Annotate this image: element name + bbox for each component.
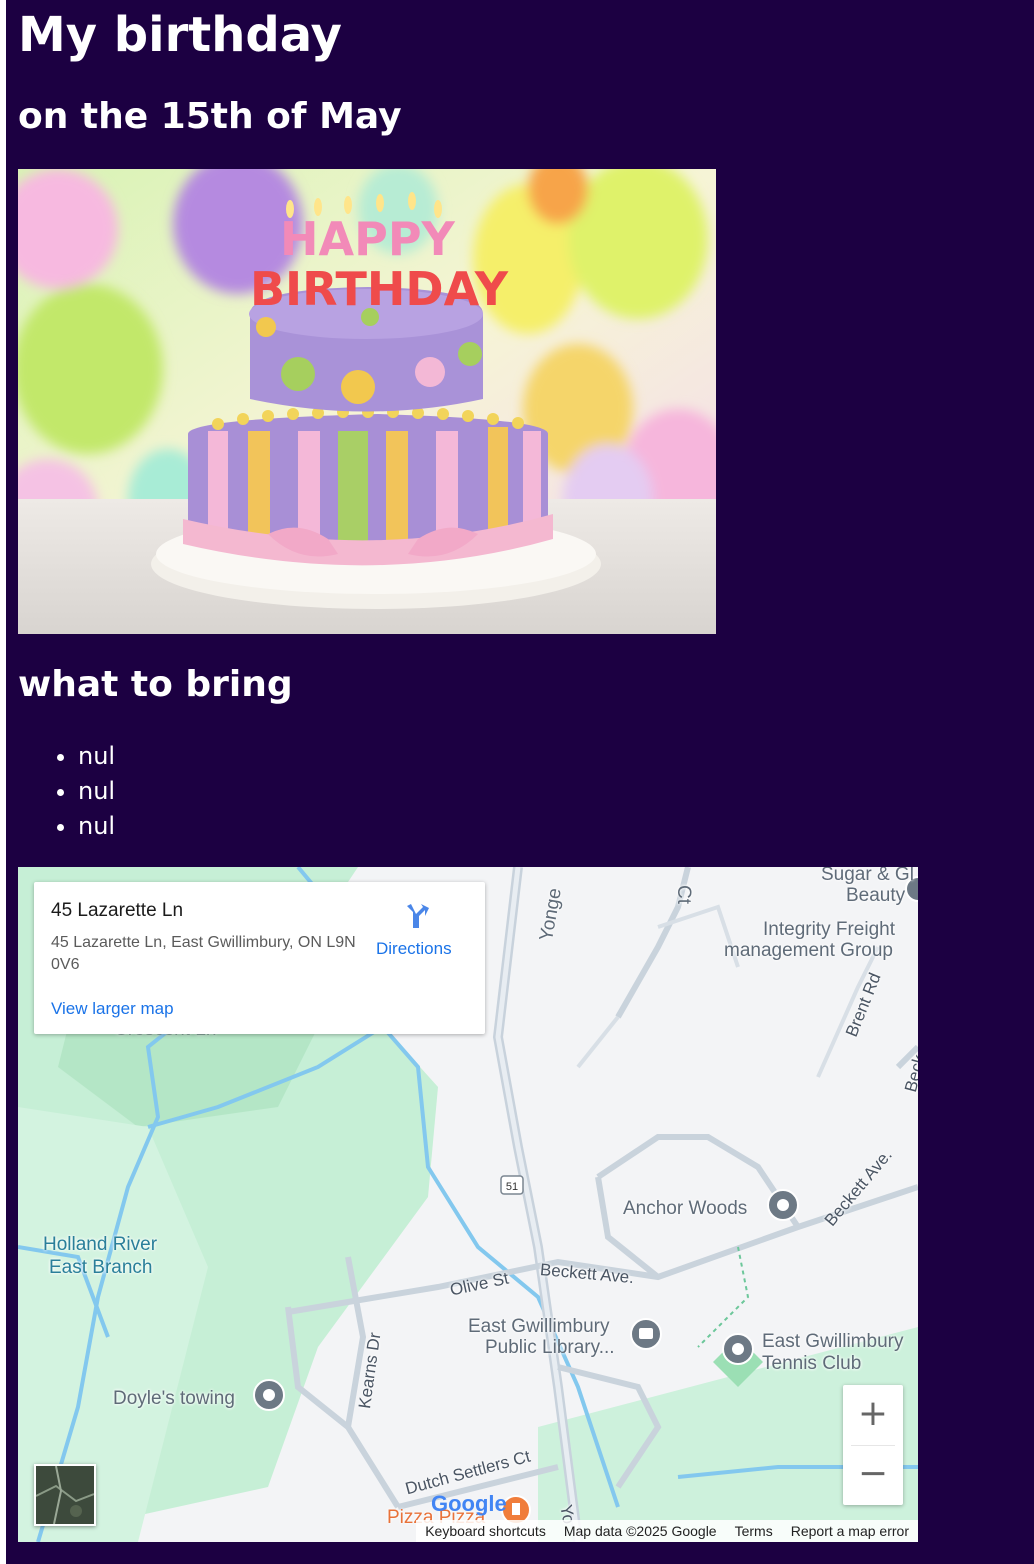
map-label-tennis-line1: East Gwillimbury	[762, 1331, 904, 1352]
map-data-attribution: Map data ©2025 Google	[563, 1523, 717, 1539]
zoom-in-button[interactable]: +	[843, 1385, 903, 1445]
tennis-club-pin-icon[interactable]	[722, 1333, 754, 1365]
library-pin-icon[interactable]	[630, 1318, 662, 1350]
map-label-sugar: Sugar & Gl	[821, 867, 914, 885]
svg-text:51: 51	[506, 1181, 518, 1193]
map-label-doyles-towing: Doyle's towing	[113, 1388, 235, 1409]
keyboard-shortcuts-link[interactable]: Keyboard shortcuts	[416, 1523, 555, 1539]
what-to-bring-heading: what to bring	[18, 664, 293, 705]
place-address: 45 Lazarette Ln, East Gwillimbury, ON L9…	[51, 934, 356, 973]
view-larger-map-link[interactable]: View larger map	[51, 999, 174, 1019]
place-info-card: 45 Lazarette Ln 45 Lazarette Ln, East Gw…	[34, 882, 485, 1034]
doyles-towing-pin-icon[interactable]	[253, 1379, 285, 1411]
list-item: nul	[78, 774, 115, 809]
satellite-thumbnail-icon	[35, 1465, 95, 1525]
map-label-beauty: Beauty	[846, 885, 906, 906]
party-date: on the 15th of May	[18, 96, 402, 137]
page-left-edge	[0, 0, 6, 1564]
birthday-cake-photo: HAPPY BIRTHDAY	[18, 169, 716, 634]
map-label-anchor-woods: Anchor Woods	[623, 1198, 748, 1219]
birthday-cake-illustration: HAPPY BIRTHDAY	[18, 169, 716, 634]
google-logo: Google	[431, 1491, 507, 1516]
embedded-google-map[interactable]: 51 Yonge Ct Sugar & Gl Beauty Integrity …	[18, 867, 918, 1542]
page-title: My birthday	[18, 7, 342, 63]
anchor-woods-pin-icon[interactable]	[767, 1189, 799, 1221]
bring-list: nul nul nul	[18, 739, 115, 844]
map-label-east-branch: East Branch	[49, 1257, 153, 1278]
map-label-tennis-line2: Tennis Club	[762, 1353, 862, 1374]
report-error-link[interactable]: Report a map error	[782, 1523, 918, 1539]
terms-link[interactable]: Terms	[726, 1523, 782, 1539]
satellite-view-toggle[interactable]	[34, 1464, 96, 1526]
map-label-ct: Ct	[673, 885, 694, 904]
map-label-library-line2: Public Library...	[485, 1337, 615, 1358]
map-footer: Keyboard shortcuts Map data ©2025 Google…	[416, 1520, 918, 1542]
map-label-library-line1: East Gwillimbury	[468, 1316, 610, 1337]
svg-text:HAPPY: HAPPY	[280, 212, 456, 266]
place-name: 45 Lazarette Ln	[51, 900, 184, 921]
svg-text:BIRTHDAY: BIRTHDAY	[250, 262, 509, 316]
map-label-integrity-line2: management Group	[724, 940, 893, 961]
list-item: nul	[78, 739, 115, 774]
map-label-integrity-line1: Integrity Freight	[763, 919, 895, 940]
directions-link[interactable]: Directions	[376, 939, 452, 959]
map-label-holland-river: Holland River	[43, 1234, 158, 1255]
list-item: nul	[78, 809, 115, 844]
zoom-out-button[interactable]: −	[843, 1445, 903, 1505]
directions-icon[interactable]	[401, 900, 433, 932]
zoom-controls: + −	[843, 1385, 903, 1505]
